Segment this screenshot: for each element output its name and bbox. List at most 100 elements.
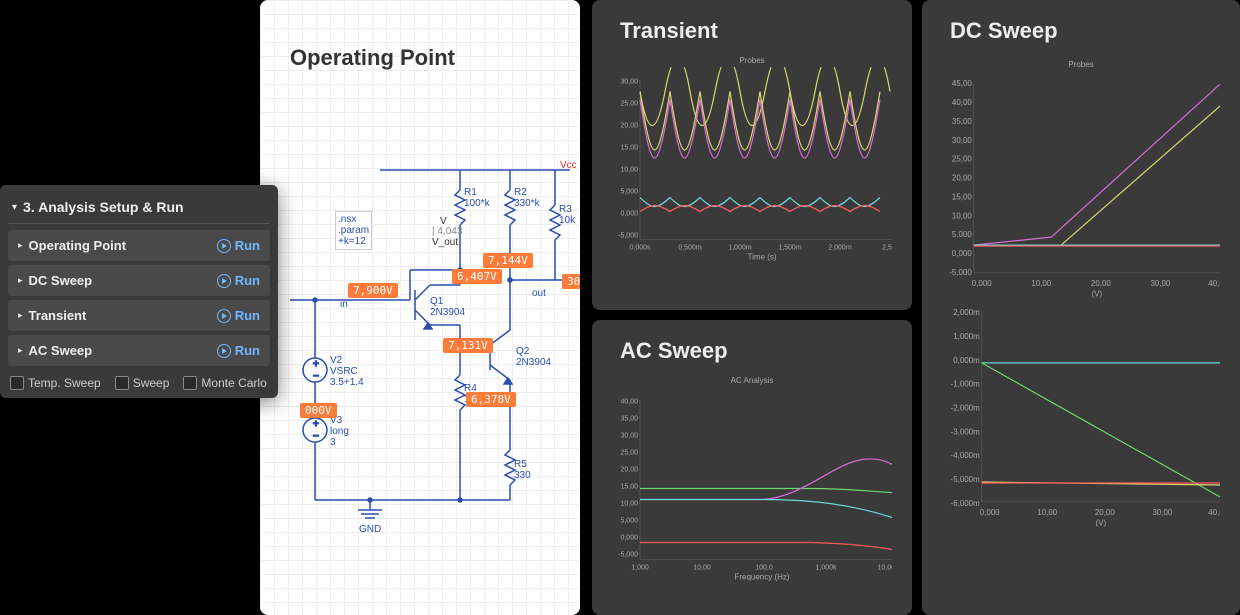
svg-text:-2,000m: -2,000m — [951, 404, 981, 413]
net-vcc: Vcc — [560, 160, 577, 171]
svg-text:0,000s: 0,000s — [629, 245, 651, 252]
run-button-op[interactable]: Run — [217, 238, 260, 253]
checkbox-label: Sweep — [133, 376, 170, 390]
svg-text:-4,000m: -4,000m — [951, 451, 981, 460]
svg-text:20,00: 20,00 — [620, 467, 638, 474]
svg-text:1,000m: 1,000m — [953, 332, 980, 341]
svg-text:-5,000: -5,000 — [949, 268, 972, 277]
analysis-label: DC Sweep — [29, 273, 217, 288]
svg-text:20,00: 20,00 — [1095, 508, 1115, 517]
svg-text:Frequency (Hz): Frequency (Hz) — [734, 573, 789, 582]
svg-text:−: − — [313, 431, 319, 442]
run-label: Run — [235, 343, 260, 358]
svg-text:40,0: 40,0 — [1208, 279, 1220, 288]
svg-text:25,00: 25,00 — [620, 450, 638, 457]
setup-header[interactable]: ▾ 3. Analysis Setup & Run — [8, 193, 270, 224]
svg-text:0,000: 0,000 — [620, 535, 638, 542]
svg-text:10,00: 10,00 — [1037, 508, 1057, 517]
caret-right-icon: ▸ — [18, 275, 23, 286]
checkbox-temp-sweep[interactable]: Temp. Sweep — [10, 376, 101, 390]
run-label: Run — [235, 238, 260, 253]
analysis-setup-panel: ▾ 3. Analysis Setup & Run ▸ Operating Po… — [0, 185, 278, 398]
vout-label: V_out — [432, 237, 458, 248]
analysis-row-ac-sweep[interactable]: ▸ AC Sweep Run — [8, 335, 270, 366]
ac-subtitle: AC Analysis — [612, 376, 892, 385]
node-badge-q2e: 6,378V — [466, 392, 516, 407]
svg-text:20,00: 20,00 — [620, 123, 638, 130]
svg-text:1,000: 1,000 — [631, 565, 649, 572]
svg-text:-5,000m: -5,000m — [951, 475, 981, 484]
checkbox-monte-carlo[interactable]: Monte Carlo — [183, 376, 266, 390]
transient-card: Transient Probes 30,00 25,00 20,00 15,00… — [592, 0, 912, 310]
analysis-row-transient[interactable]: ▸ Transient Run — [8, 300, 270, 331]
transient-title: Transient — [620, 18, 718, 44]
play-icon — [217, 309, 231, 323]
svg-text:15,00: 15,00 — [952, 192, 972, 201]
svg-text:45,00: 45,00 — [952, 79, 972, 88]
ac-chart[interactable]: AC Analysis 40,00 35,00 30,00 25,00 20,0… — [612, 376, 892, 571]
checkbox-icon — [10, 376, 24, 390]
q1-label: Q12N3904 — [430, 296, 465, 318]
net-gnd: GND — [359, 524, 381, 535]
svg-text:1,000m: 1,000m — [728, 245, 752, 252]
svg-text:30,00: 30,00 — [620, 433, 638, 440]
svg-text:100,0: 100,0 — [755, 565, 773, 572]
svg-text:2,5: 2,5 — [882, 245, 892, 252]
dc-sweep-card: DC Sweep Probes 45,00 40,00 35,00 30,00 … — [922, 0, 1240, 615]
checkbox-label: Temp. Sweep — [28, 376, 101, 390]
node-badge-in: 7,900V — [348, 283, 398, 298]
caret-right-icon: ▸ — [18, 345, 23, 356]
v-comment: | 4,043 — [432, 226, 462, 237]
svg-text:-3,000m: -3,000m — [951, 427, 981, 436]
play-icon — [217, 274, 231, 288]
checkbox-sweep[interactable]: Sweep — [115, 376, 170, 390]
svg-text:-5,000: -5,000 — [618, 552, 638, 559]
ac-title: AC Sweep — [620, 338, 728, 364]
svg-text:10,00k: 10,00k — [877, 565, 892, 572]
r5-label: R5330 — [514, 459, 531, 481]
svg-text:Time (s): Time (s) — [747, 253, 776, 262]
svg-text:10,00: 10,00 — [1031, 279, 1051, 288]
svg-text:-5,000: -5,000 — [618, 233, 638, 240]
ac-sweep-card: AC Sweep AC Analysis 40,00 35,00 30,00 2… — [592, 320, 912, 615]
params-label: .nsx .param +k=12 — [335, 211, 372, 250]
v2-label: V2 VSRC 3.5+1.4 — [330, 355, 364, 388]
svg-text:30,00: 30,00 — [952, 136, 972, 145]
svg-text:40,0: 40,0 — [1208, 508, 1220, 517]
dc-chart-bottom[interactable]: 2,000m 1,000m 0,000m -1,000m -2,000m -3,… — [942, 300, 1220, 530]
svg-text:5,000: 5,000 — [620, 518, 638, 525]
node-badge-q1c: 7,144V — [483, 253, 533, 268]
svg-text:+: + — [313, 419, 319, 430]
svg-text:30,00: 30,00 — [620, 79, 638, 86]
svg-text:2,000m: 2,000m — [953, 308, 980, 317]
caret-down-icon: ▾ — [12, 202, 17, 213]
caret-right-icon: ▸ — [18, 310, 23, 321]
checkbox-icon — [183, 376, 197, 390]
run-button-dc[interactable]: Run — [217, 273, 260, 288]
svg-text:-6,000m: -6,000m — [951, 499, 981, 508]
analysis-row-operating-point[interactable]: ▸ Operating Point Run — [8, 230, 270, 261]
svg-text:35,00: 35,00 — [620, 416, 638, 423]
svg-text:25,00: 25,00 — [952, 155, 972, 164]
run-button-tran[interactable]: Run — [217, 308, 260, 323]
node-badge-q1e: 7,131V — [443, 338, 493, 353]
run-button-ac[interactable]: Run — [217, 343, 260, 358]
v3-label: V3 long 3 — [330, 415, 349, 448]
svg-text:30,00: 30,00 — [1150, 279, 1170, 288]
svg-text:-1,000m: -1,000m — [951, 380, 981, 389]
checkbox-label: Monte Carlo — [201, 376, 266, 390]
analysis-row-dc-sweep[interactable]: ▸ DC Sweep Run — [8, 265, 270, 296]
svg-text:10,00: 10,00 — [620, 501, 638, 508]
schematic-diagram: + − + − — [260, 90, 580, 560]
svg-text:1,000k: 1,000k — [815, 565, 837, 572]
r3-label: R310k — [559, 204, 575, 226]
dc-chart-top[interactable]: Probes 45,00 40,00 35,00 30,00 25,00 20,… — [942, 60, 1220, 290]
node-badge-farright: 30,0 — [562, 274, 580, 289]
run-label: Run — [235, 308, 260, 323]
svg-text:10,00: 10,00 — [620, 167, 638, 174]
svg-text:10,00: 10,00 — [952, 211, 972, 220]
svg-text:40,00: 40,00 — [952, 98, 972, 107]
transient-chart[interactable]: Probes 30,00 25,00 20,00 15,00 10,00 5,0… — [612, 56, 892, 251]
r2-label: R2330*k — [514, 187, 540, 209]
svg-text:(V): (V) — [1092, 290, 1103, 299]
